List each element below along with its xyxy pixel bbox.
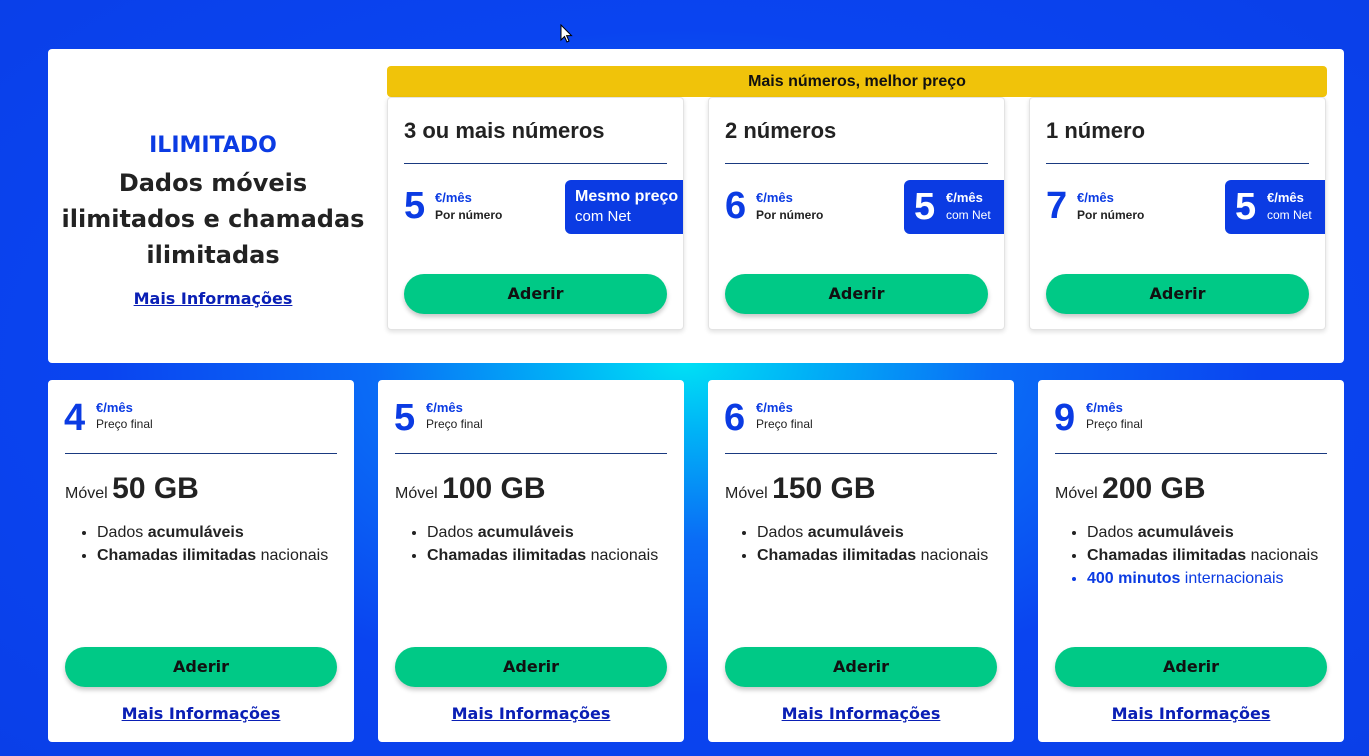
divider [1046, 163, 1309, 164]
plan-price-unit: €/mês [756, 400, 793, 415]
plan-data-amount: Móvel 50 GB [65, 472, 199, 506]
feature-item: Chamadas ilimitadas nacionais [427, 546, 658, 565]
plan-card-200gb: 9 €/mês Preço final Móvel 200 GB Dados a… [1038, 380, 1344, 742]
divider [65, 453, 337, 454]
net-price-badge: 5 €/mês com Net [904, 180, 1004, 234]
bundle-price: 7 [1046, 185, 1068, 227]
join-button[interactable]: Aderir [395, 647, 667, 687]
plan-data-label: Móvel [395, 485, 438, 502]
promo-block: ILIMITADO Dados móveis ilimitados e cham… [48, 49, 378, 363]
more-info-link[interactable]: Mais Informações [708, 704, 1014, 723]
plan-data-amount: Móvel 100 GB [395, 472, 546, 506]
more-info-link[interactable]: Mais Informações [48, 704, 354, 723]
feature-item: 400 minutos internacionais [1087, 569, 1318, 588]
join-button[interactable]: Aderir [725, 274, 988, 314]
more-info-link[interactable]: Mais Informações [1038, 704, 1344, 723]
bundle-price-unit: €/mês [435, 190, 472, 205]
plan-data-value: 150 GB [772, 472, 876, 505]
plan-price-unit: €/mês [426, 400, 463, 415]
plan-price: 4 [64, 397, 86, 439]
plan-features: Dados acumuláveis Chamadas ilimitadas na… [427, 523, 658, 569]
bundle-price: 6 [725, 185, 747, 227]
bundle-banner: Mais números, melhor preço [387, 66, 1327, 97]
join-button[interactable]: Aderir [1055, 647, 1327, 687]
feature-item: Chamadas ilimitadas nacionais [1087, 546, 1318, 565]
plan-card-50gb: 4 €/mês Preço final Móvel 50 GB Dados ac… [48, 380, 354, 742]
net-badge-line2: com Net [575, 208, 631, 225]
net-price-sub: com Net [946, 208, 991, 222]
net-price-badge: 5 €/mês com Net [1225, 180, 1325, 234]
plan-data-value: 100 GB [442, 472, 546, 505]
join-button[interactable]: Aderir [65, 647, 337, 687]
net-badge-line1: Mesmo preço [575, 188, 679, 205]
divider [404, 163, 667, 164]
bundle-card-3-plus: 3 ou mais números 5 €/mês Por número Mes… [387, 97, 684, 330]
plan-features: Dados acumuláveis Chamadas ilimitadas na… [757, 523, 988, 569]
bundle-panel: ILIMITADO Dados móveis ilimitados e cham… [48, 49, 1344, 363]
promo-more-info-link[interactable]: Mais Informações [48, 289, 378, 308]
net-price-badge: Mesmo preço com Net [565, 180, 683, 234]
join-button[interactable]: Aderir [1046, 274, 1309, 314]
net-price: 5 [1235, 186, 1257, 228]
feature-item: Dados acumuláveis [427, 523, 658, 542]
bundle-card-1: 1 número 7 €/mês Por número 5 €/mês com … [1029, 97, 1326, 330]
plan-data-amount: Móvel 150 GB [725, 472, 876, 506]
plan-data-label: Móvel [1055, 485, 1098, 502]
feature-item: Chamadas ilimitadas nacionais [757, 546, 988, 565]
plan-price: 5 [394, 397, 416, 439]
feature-item: Dados acumuláveis [757, 523, 988, 542]
net-price-unit: €/mês [946, 190, 983, 205]
more-info-link[interactable]: Mais Informações [378, 704, 684, 723]
plan-data-label: Móvel [725, 485, 768, 502]
net-price: 5 [914, 186, 936, 228]
plan-data-amount: Móvel 200 GB [1055, 472, 1206, 506]
plan-features: Dados acumuláveis Chamadas ilimitadas na… [97, 523, 328, 569]
net-price-sub: com Net [1267, 208, 1312, 222]
bundle-price: 5 [404, 185, 426, 227]
bundle-price-unit: €/mês [756, 190, 793, 205]
bundle-card-title: 3 ou mais números [404, 118, 605, 143]
bundle-card-title: 1 número [1046, 118, 1146, 143]
plan-features: Dados acumuláveis Chamadas ilimitadas na… [1087, 523, 1318, 592]
bundle-price-sub: Por número [756, 208, 824, 222]
divider [395, 453, 667, 454]
join-button[interactable]: Aderir [404, 274, 667, 314]
plan-data-value: 200 GB [1102, 472, 1206, 505]
plan-price-sub: Preço final [426, 417, 483, 431]
divider [725, 453, 997, 454]
plan-price-sub: Preço final [96, 417, 153, 431]
plan-card-150gb: 6 €/mês Preço final Móvel 150 GB Dados a… [708, 380, 1014, 742]
join-button[interactable]: Aderir [725, 647, 997, 687]
promo-tag: ILIMITADO [149, 133, 277, 158]
feature-item: Dados acumuláveis [1087, 523, 1318, 542]
bundle-price-sub: Por número [1077, 208, 1145, 222]
feature-item: Chamadas ilimitadas nacionais [97, 546, 328, 565]
plan-price: 9 [1054, 397, 1076, 439]
plan-price-unit: €/mês [1086, 400, 1123, 415]
bundle-price-sub: Por número [435, 208, 503, 222]
plan-price: 6 [724, 397, 746, 439]
plan-price-sub: Preço final [756, 417, 813, 431]
feature-item: Dados acumuláveis [97, 523, 328, 542]
plan-price-sub: Preço final [1086, 417, 1143, 431]
mouse-cursor-icon [560, 24, 573, 43]
plan-data-label: Móvel [65, 485, 108, 502]
divider [725, 163, 988, 164]
divider [1055, 453, 1327, 454]
bundle-card-title: 2 números [725, 118, 837, 143]
net-price-unit: €/mês [1267, 190, 1304, 205]
bundle-price-unit: €/mês [1077, 190, 1114, 205]
plan-price-unit: €/mês [96, 400, 133, 415]
bundle-card-2: 2 números 6 €/mês Por número 5 €/mês com… [708, 97, 1005, 330]
promo-title: Dados móveis ilimitados e chamadas ilimi… [61, 169, 365, 269]
plan-data-value: 50 GB [112, 472, 199, 505]
plan-card-100gb: 5 €/mês Preço final Móvel 100 GB Dados a… [378, 380, 684, 742]
